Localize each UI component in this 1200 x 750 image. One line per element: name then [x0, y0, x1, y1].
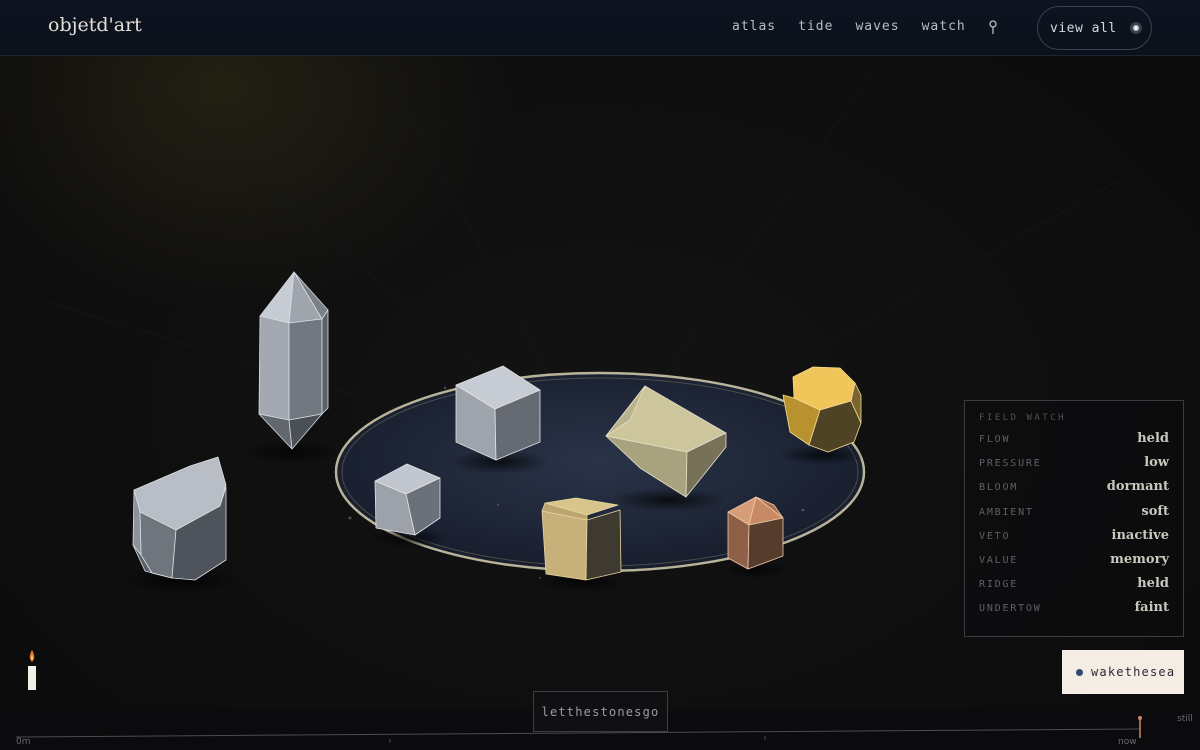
sparkle-icon — [1129, 22, 1142, 34]
wake-the-sea-button[interactable]: wakethesea — [1062, 650, 1184, 694]
field-value: low — [1144, 455, 1169, 471]
nav-item-tide[interactable]: tide — [798, 19, 833, 34]
field-key: AMBIENT — [979, 506, 1034, 518]
field-value: dormant — [1106, 479, 1169, 495]
top-bar: objetd'art atlas tide waves watch view a… — [0, 0, 1200, 56]
nav-item-watch[interactable]: watch — [922, 19, 966, 34]
field-key: BLOOM — [979, 482, 1019, 494]
field-value: inactive — [1111, 527, 1170, 543]
view-all-button[interactable]: view all — [1037, 6, 1152, 50]
field-key: PRESSURE — [979, 458, 1042, 470]
quartz-crystal[interactable] — [258, 271, 329, 450]
field-value: faint — [1134, 600, 1169, 616]
field-watch-title: FIELD WATCH — [979, 413, 1067, 423]
field-key: FLOW — [979, 434, 1011, 445]
timeline-now-label: now — [1118, 737, 1137, 747]
copper-stone[interactable] — [727, 496, 784, 570]
candle-icon[interactable] — [24, 648, 40, 692]
view-all-label: view all — [1050, 20, 1117, 36]
let-the-stones-go-button[interactable]: letthestonesgo — [533, 691, 668, 732]
field-key: RIDGE — [979, 579, 1019, 591]
field-value: held — [1137, 431, 1169, 446]
field-watch-row: VETO inactive — [979, 528, 1169, 552]
field-watch-row: RIDGE held — [979, 576, 1169, 600]
let-go-label: letthestonesgo — [541, 704, 660, 719]
field-value: held — [1137, 576, 1169, 592]
nav-item-waves[interactable]: waves — [855, 19, 899, 34]
timeline-state-label: still — [1177, 714, 1193, 724]
timeline-start-label: 0m — [16, 737, 31, 747]
field-key: VALUE — [979, 554, 1019, 566]
map-pin-icon[interactable] — [987, 19, 999, 35]
field-watch-row: VALUE memory — [979, 552, 1169, 576]
field-value: soft — [1141, 503, 1169, 519]
dot-icon — [1076, 668, 1083, 676]
field-watch-row: PRESSURE low — [979, 455, 1169, 479]
field-watch-row: FLOW held — [979, 431, 1169, 455]
nav-item-atlas[interactable]: atlas — [732, 19, 776, 34]
field-watch-row: AMBIENT soft — [979, 504, 1169, 528]
field-watch-panel: FIELD WATCH FLOW held PRESSURE low BLOOM… — [964, 400, 1184, 637]
grey-rock[interactable] — [132, 456, 227, 581]
field-key: VETO — [979, 530, 1011, 542]
field-value: memory — [1110, 551, 1169, 567]
wake-label: wakethesea — [1091, 665, 1176, 679]
main-nav: atlas tide waves watch — [732, 19, 966, 34]
field-watch-row: UNDERTOW faint — [979, 600, 1169, 624]
brand-logo[interactable]: objetd'art — [48, 14, 142, 36]
field-key: UNDERTOW — [979, 603, 1042, 615]
field-watch-row: BLOOM dormant — [979, 479, 1169, 503]
